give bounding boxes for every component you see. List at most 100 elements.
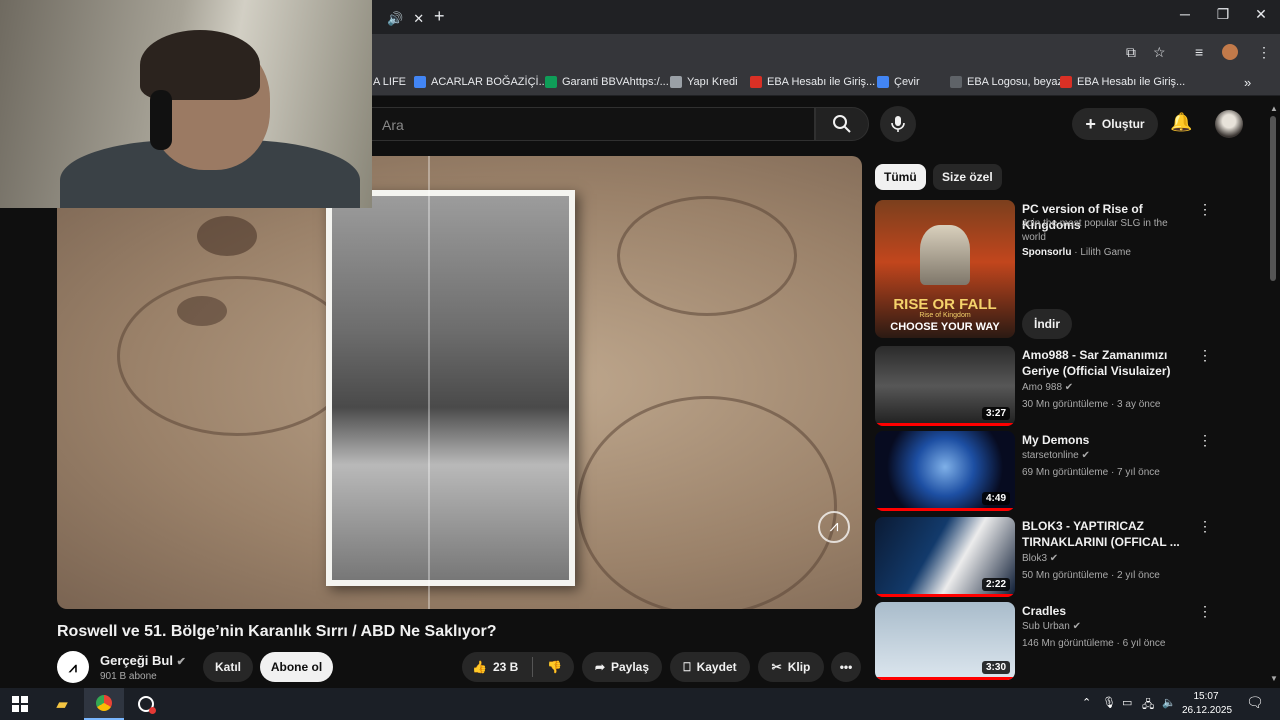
dislike-button[interactable]: 👎 bbox=[547, 660, 562, 674]
archival-photo bbox=[326, 190, 575, 586]
clip-label: Klip bbox=[787, 660, 811, 674]
bookmark-favicon-icon bbox=[670, 76, 682, 88]
bookmark-item[interactable]: A LIFE bbox=[373, 76, 406, 88]
tray-network-icon[interactable]: 🖧 bbox=[1142, 696, 1154, 715]
bookmark-item[interactable]: Yapı Kredi bbox=[670, 76, 738, 88]
ad-thumb-tagline: CHOOSE YOUR WAY bbox=[890, 321, 1000, 333]
video-menu-icon[interactable]: ⋮ bbox=[1198, 603, 1212, 620]
maximize-button[interactable]: ❐ bbox=[1208, 6, 1238, 23]
watch-progress-bar bbox=[875, 594, 1015, 597]
verified-icon: ✔ bbox=[1062, 382, 1074, 393]
video-title-link[interactable]: BLOK3 - YAPTIRICAZ TIRNAKLARINI (OFFICAL… bbox=[1022, 518, 1192, 550]
more-bookmarks-icon[interactable]: » bbox=[1244, 75, 1251, 90]
tray-volume-icon[interactable]: 🔈 bbox=[1162, 696, 1176, 709]
video-thumbnail[interactable]: 4:49 bbox=[875, 431, 1015, 511]
chrome-icon[interactable] bbox=[84, 688, 124, 720]
video-thumbnail[interactable]: 3:27 bbox=[875, 346, 1015, 426]
save-button[interactable]: ⎕ Kaydet bbox=[670, 652, 750, 682]
clock-date: 26.12.2025 bbox=[1182, 705, 1233, 716]
new-tab-button[interactable]: + bbox=[434, 6, 445, 27]
media-control-icon[interactable]: ≡ bbox=[1195, 44, 1203, 60]
tray-battery-icon[interactable]: ▭ bbox=[1122, 696, 1132, 709]
video-title-link[interactable]: Cradles bbox=[1022, 603, 1192, 619]
video-title: Roswell ve 51. Bölge’nin Karanlık Sırrı … bbox=[57, 623, 497, 640]
watch-progress-bar bbox=[875, 677, 1015, 680]
video-menu-icon[interactable]: ⋮ bbox=[1198, 432, 1212, 449]
tray-chevron-icon[interactable]: ⌃ bbox=[1082, 696, 1091, 709]
bookmark-item[interactable]: EBA Hesabı ile Giriş... bbox=[1060, 76, 1185, 88]
bookmark-item[interactable]: Garanti BBVAhttps:/... bbox=[545, 76, 669, 88]
bookmark-item[interactable]: Çevir bbox=[877, 76, 920, 88]
minimize-button[interactable]: ─ bbox=[1170, 6, 1200, 22]
like-button[interactable]: 👍 23 B bbox=[472, 660, 518, 674]
action-center-icon[interactable]: 🗨 bbox=[1246, 694, 1264, 711]
share-button[interactable]: ➦ Paylaş bbox=[582, 652, 662, 682]
video-divider-line bbox=[428, 156, 430, 609]
more-actions-button[interactable]: ••• bbox=[831, 652, 861, 682]
scroll-down-icon[interactable]: ▼ bbox=[1270, 674, 1278, 683]
webcam-overlay bbox=[0, 0, 372, 208]
ad-menu-icon[interactable]: ⋮ bbox=[1198, 201, 1212, 218]
browser-tab[interactable]: 🔊 ✕ bbox=[373, 4, 427, 34]
duration-badge: 4:49 bbox=[981, 492, 1010, 505]
bookmark-favicon-icon bbox=[750, 76, 762, 88]
subscribe-button[interactable]: Abone ol bbox=[260, 652, 333, 682]
video-channel-name[interactable]: Blok3 ✔ bbox=[1022, 553, 1058, 564]
file-explorer-icon[interactable]: ▰ bbox=[42, 688, 82, 720]
share-icon: ➦ bbox=[594, 660, 605, 674]
bookmark-favicon-icon bbox=[1060, 76, 1072, 88]
video-thumbnail[interactable]: 3:30 bbox=[875, 602, 1015, 680]
join-button[interactable]: Katıl bbox=[203, 652, 253, 682]
bookmark-label: Garanti BBVAhttps:/... bbox=[562, 76, 669, 88]
recorder-app-icon[interactable] bbox=[126, 688, 166, 720]
advertiser-name: Lilith Game bbox=[1080, 247, 1131, 258]
verified-icon: ✔ bbox=[1078, 450, 1090, 461]
video-channel-name[interactable]: Amo 988 ✔ bbox=[1022, 382, 1073, 393]
ad-thumbnail[interactable]: RISE OR FALL Rise of Kingdom CHOOSE YOUR… bbox=[875, 200, 1015, 338]
verified-icon: ✔ bbox=[1047, 553, 1059, 564]
search-button[interactable] bbox=[815, 107, 869, 141]
profile-avatar[interactable] bbox=[1222, 44, 1238, 60]
channel-text: Blok3 bbox=[1022, 553, 1048, 564]
video-thumbnail[interactable]: 2:22 bbox=[875, 517, 1015, 597]
taskbar-clock[interactable]: 15:07 26.12.2025 bbox=[1182, 690, 1233, 718]
install-button[interactable]: İndir bbox=[1022, 309, 1072, 339]
search-input[interactable]: Ara bbox=[372, 107, 815, 141]
windows-start-icon[interactable] bbox=[0, 688, 40, 720]
video-title-link[interactable]: Amo988 - Sar Zamanımızı Geriye (Official… bbox=[1022, 347, 1192, 379]
tab-close-icon[interactable]: ✕ bbox=[413, 11, 424, 27]
create-label: Oluştur bbox=[1101, 117, 1145, 131]
like-count: 23 B bbox=[492, 660, 519, 674]
channel-avatar[interactable]: ⩘ bbox=[57, 651, 89, 683]
close-window-button[interactable]: ✕ bbox=[1246, 6, 1276, 23]
tray-mic-icon[interactable]: 🎙 bbox=[1102, 696, 1116, 709]
chip-for-you[interactable]: Size özel bbox=[933, 164, 1002, 190]
install-app-icon[interactable]: ⧉ bbox=[1126, 44, 1136, 61]
create-button[interactable]: + Oluştur bbox=[1072, 108, 1158, 140]
bookmark-star-icon[interactable]: ☆ bbox=[1153, 44, 1166, 61]
bookmark-item[interactable]: ACARLAR BOĞAZİÇİ... bbox=[414, 76, 548, 88]
channel-name[interactable]: Gerçeği Bul ✔ bbox=[100, 653, 186, 668]
scrollbar-thumb[interactable] bbox=[1270, 116, 1276, 281]
voice-search-button[interactable] bbox=[880, 106, 916, 142]
bookmark-item[interactable]: EBA Logosu, beyaz... bbox=[950, 76, 1072, 88]
bookmark-item[interactable]: EBA Hesabı ile Giriş... bbox=[750, 76, 875, 88]
video-channel-name[interactable]: starsetonline ✔ bbox=[1022, 450, 1090, 461]
scroll-up-icon[interactable]: ▲ bbox=[1270, 104, 1278, 113]
chip-all[interactable]: Tümü bbox=[875, 164, 926, 190]
channel-name-text[interactable]: Gerçeği Bul bbox=[100, 653, 173, 668]
video-title-link[interactable]: My Demons bbox=[1022, 432, 1192, 448]
bookmark-icon: ⎕ bbox=[683, 659, 691, 674]
channel-text: starsetonline bbox=[1022, 450, 1079, 461]
channel-watermark-icon[interactable]: ⩘ bbox=[818, 511, 850, 543]
video-menu-icon[interactable]: ⋮ bbox=[1198, 518, 1212, 535]
video-channel-name[interactable]: Sub Urban ✔ bbox=[1022, 621, 1081, 632]
bookmark-favicon-icon bbox=[545, 76, 557, 88]
clip-button[interactable]: ✂ Klip bbox=[758, 652, 824, 682]
account-avatar[interactable] bbox=[1215, 110, 1243, 138]
browser-menu-icon[interactable]: ⋮ bbox=[1257, 44, 1271, 61]
speaker-icon[interactable]: 🔊 bbox=[387, 11, 403, 27]
notifications-bell-icon[interactable]: 🔔 bbox=[1170, 112, 1192, 133]
duration-badge: 3:30 bbox=[981, 661, 1010, 674]
video-menu-icon[interactable]: ⋮ bbox=[1198, 347, 1212, 364]
